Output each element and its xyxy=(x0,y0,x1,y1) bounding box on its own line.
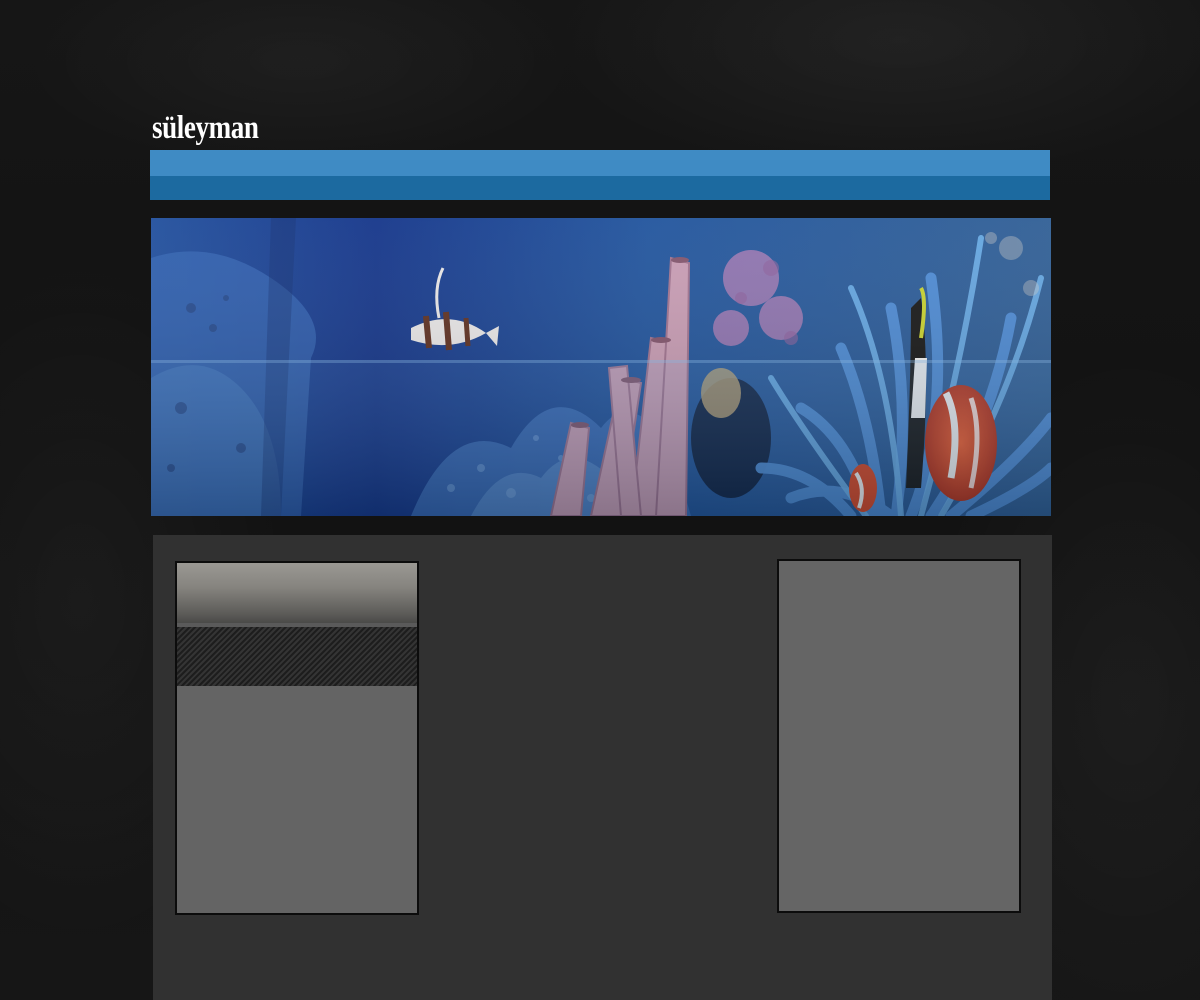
site-title: süleyman xyxy=(152,110,259,146)
left-panel-header xyxy=(177,563,417,623)
navigation-bar xyxy=(150,150,1050,200)
coral-reef-illustration xyxy=(151,218,1051,516)
navigation-bar-bottom xyxy=(150,176,1050,200)
right-sidebar-panel xyxy=(777,559,1021,913)
main-content-area xyxy=(153,535,1052,1000)
navigation-bar-top xyxy=(150,150,1050,176)
left-sidebar-panel xyxy=(175,561,419,915)
header-banner-image xyxy=(151,218,1051,516)
left-panel-striped-bar xyxy=(177,627,417,686)
